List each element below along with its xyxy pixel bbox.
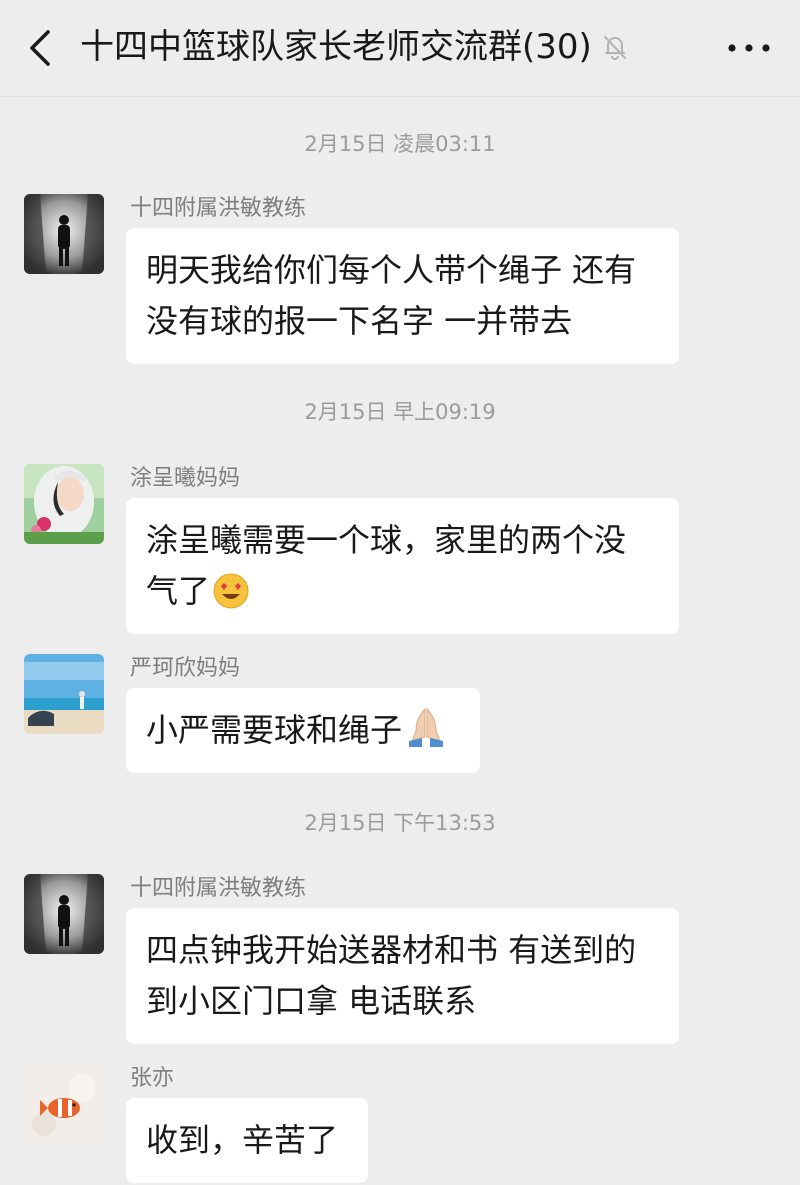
message-text: 收到，辛苦了 [146,1121,339,1159]
message-text: 涂呈曦需要一个球，家里的两个没 [146,521,627,559]
message-bubble[interactable]: 小严需要球和绳子 [126,688,480,773]
avatar-coach-image [24,874,104,954]
avatar-beach-image [24,654,104,734]
chat-header: 十四中篮球队家长老师交流群(30) [0,0,800,97]
message-text-line: 气了 [146,566,659,617]
message-text: 明天我给你们每个人带个绳子 还有 [146,251,637,289]
timestamp-separator: 2月15日 早上09:19 [304,400,496,424]
message-bubble[interactable]: 明天我给你们每个人带个绳子 还有 没有球的报一下名字 一并带去 [126,228,679,364]
message-text: 到小区门口拿 电话联系 [146,982,477,1020]
message-bubble[interactable]: 四点钟我开始送器材和书 有送到的 到小区门口拿 电话联系 [126,908,679,1044]
timestamp-separator: 2月15日 下午13:53 [304,811,496,835]
sender-name: 涂呈曦妈妈 [130,466,241,491]
avatar-clownfish-image [24,1064,104,1144]
message-bubble[interactable]: 收到，辛苦了 [126,1098,368,1183]
sender-name: 张亦 [130,1066,175,1091]
back-button[interactable] [22,26,58,70]
avatar[interactable] [24,1064,104,1144]
avatar[interactable] [24,654,104,734]
sender-name: 严珂欣妈妈 [130,656,241,681]
more-options-button[interactable] [724,34,774,62]
bell-off-icon [604,36,626,60]
smiling-face-with-heart-eyes-emoji [213,573,249,609]
avatar-coach-image [24,194,104,274]
message-bubble[interactable]: 涂呈曦需要一个球，家里的两个没 气了 [126,498,679,634]
folded-hands-emoji [409,707,444,747]
timestamp-separator: 2月15日 凌晨03:11 [304,132,496,156]
avatar[interactable] [24,874,104,954]
message-text: 四点钟我开始送器材和书 有送到的 [146,931,637,969]
avatar[interactable] [24,464,104,544]
chat-title: 十四中篮球队家长老师交流群(30) [80,27,592,67]
message-text: 小严需要球和绳子 [146,711,403,749]
sender-name: 十四附属洪敏教练 [130,876,307,901]
avatar[interactable] [24,194,104,274]
message-text: 气了 [146,572,211,610]
message-text: 没有球的报一下名字 一并带去 [146,302,573,340]
avatar-photo-image [24,464,104,544]
message-text-line: 小严需要球和绳子 [146,705,460,756]
sender-name: 十四附属洪敏教练 [130,196,307,221]
